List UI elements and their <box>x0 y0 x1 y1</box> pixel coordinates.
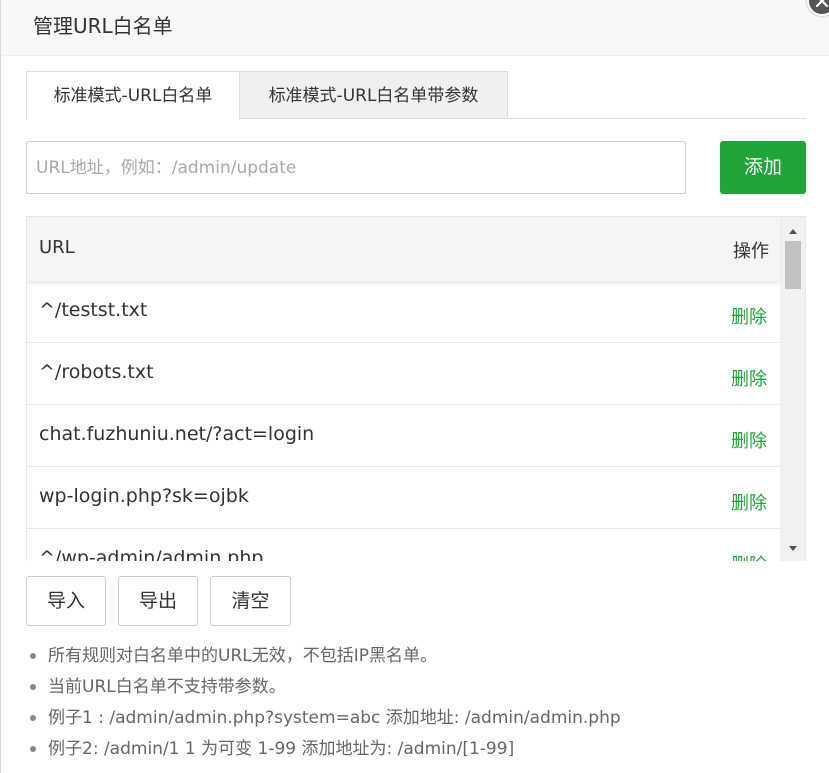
column-header-url: URL <box>39 237 75 258</box>
dialog-header: 管理URL白名单 <box>1 0 829 56</box>
row-url: ^/testst.txt <box>39 299 148 321</box>
delete-button[interactable]: 删除 <box>731 365 767 391</box>
table-header: URL 操作 <box>27 217 779 281</box>
export-button[interactable]: 导出 <box>118 576 198 626</box>
tab-url-whitelist[interactable]: 标准模式-URL白名单 <box>26 71 240 120</box>
table-row: chat.fuzhuniu.net/?act=login 删除 <box>27 405 779 467</box>
whitelist-table: URL 操作 ^/testst.txt 删除 ^/robots.txt 删除 c… <box>26 216 806 561</box>
table-row: wp-login.php?sk=ojbk 删除 <box>27 467 779 529</box>
scroll-down-arrow-icon[interactable] <box>780 539 805 559</box>
dialog-title: 管理URL白名单 <box>33 14 173 38</box>
tab-bar: 标准模式-URL白名单 标准模式-URL白名单带参数 <box>26 71 806 120</box>
row-url: ^/wp-admin/admin.php <box>39 547 264 561</box>
note-item: 例子1 : /admin/admin.php?system=abc 添加地址: … <box>26 706 816 737</box>
delete-button[interactable]: 删除 <box>731 551 767 561</box>
note-item: 例子2: /admin/1 1 为可变 1-99 添加地址为: /admin/[… <box>26 737 816 768</box>
row-url: wp-login.php?sk=ojbk <box>39 485 249 507</box>
import-button[interactable]: 导入 <box>26 576 106 626</box>
table-scrollbar[interactable] <box>780 217 805 561</box>
table-row: ^/testst.txt 删除 <box>27 281 779 343</box>
help-notes: 所有规则对白名单中的URL无效，不包括IP黑名单。 当前URL白名单不支持带参数… <box>26 644 816 768</box>
note-item: 所有规则对白名单中的URL无效，不包括IP黑名单。 <box>26 644 816 675</box>
scrollbar-thumb[interactable] <box>785 241 801 289</box>
whitelist-dialog: 管理URL白名单 标准模式-URL白名单 标准模式-URL白名单带参数 添加 U… <box>0 0 829 773</box>
clear-button[interactable]: 清空 <box>210 576 291 626</box>
row-url: chat.fuzhuniu.net/?act=login <box>39 423 315 445</box>
url-input[interactable] <box>26 141 686 194</box>
column-header-op: 操作 <box>733 241 769 262</box>
note-item: 当前URL白名单不支持带参数。 <box>26 675 816 706</box>
delete-button[interactable]: 删除 <box>731 427 767 453</box>
scroll-up-arrow-icon[interactable] <box>780 221 805 241</box>
table-row: ^/wp-admin/admin.php 删除 <box>27 529 779 561</box>
add-button[interactable]: 添加 <box>720 141 806 194</box>
delete-button[interactable]: 删除 <box>731 303 767 329</box>
tab-url-whitelist-params[interactable]: 标准模式-URL白名单带参数 <box>240 71 508 119</box>
table-row: ^/robots.txt 删除 <box>27 343 779 405</box>
row-url: ^/robots.txt <box>39 361 154 383</box>
table-body: ^/testst.txt 删除 ^/robots.txt 删除 chat.fuz… <box>27 281 779 561</box>
delete-button[interactable]: 删除 <box>731 489 767 515</box>
